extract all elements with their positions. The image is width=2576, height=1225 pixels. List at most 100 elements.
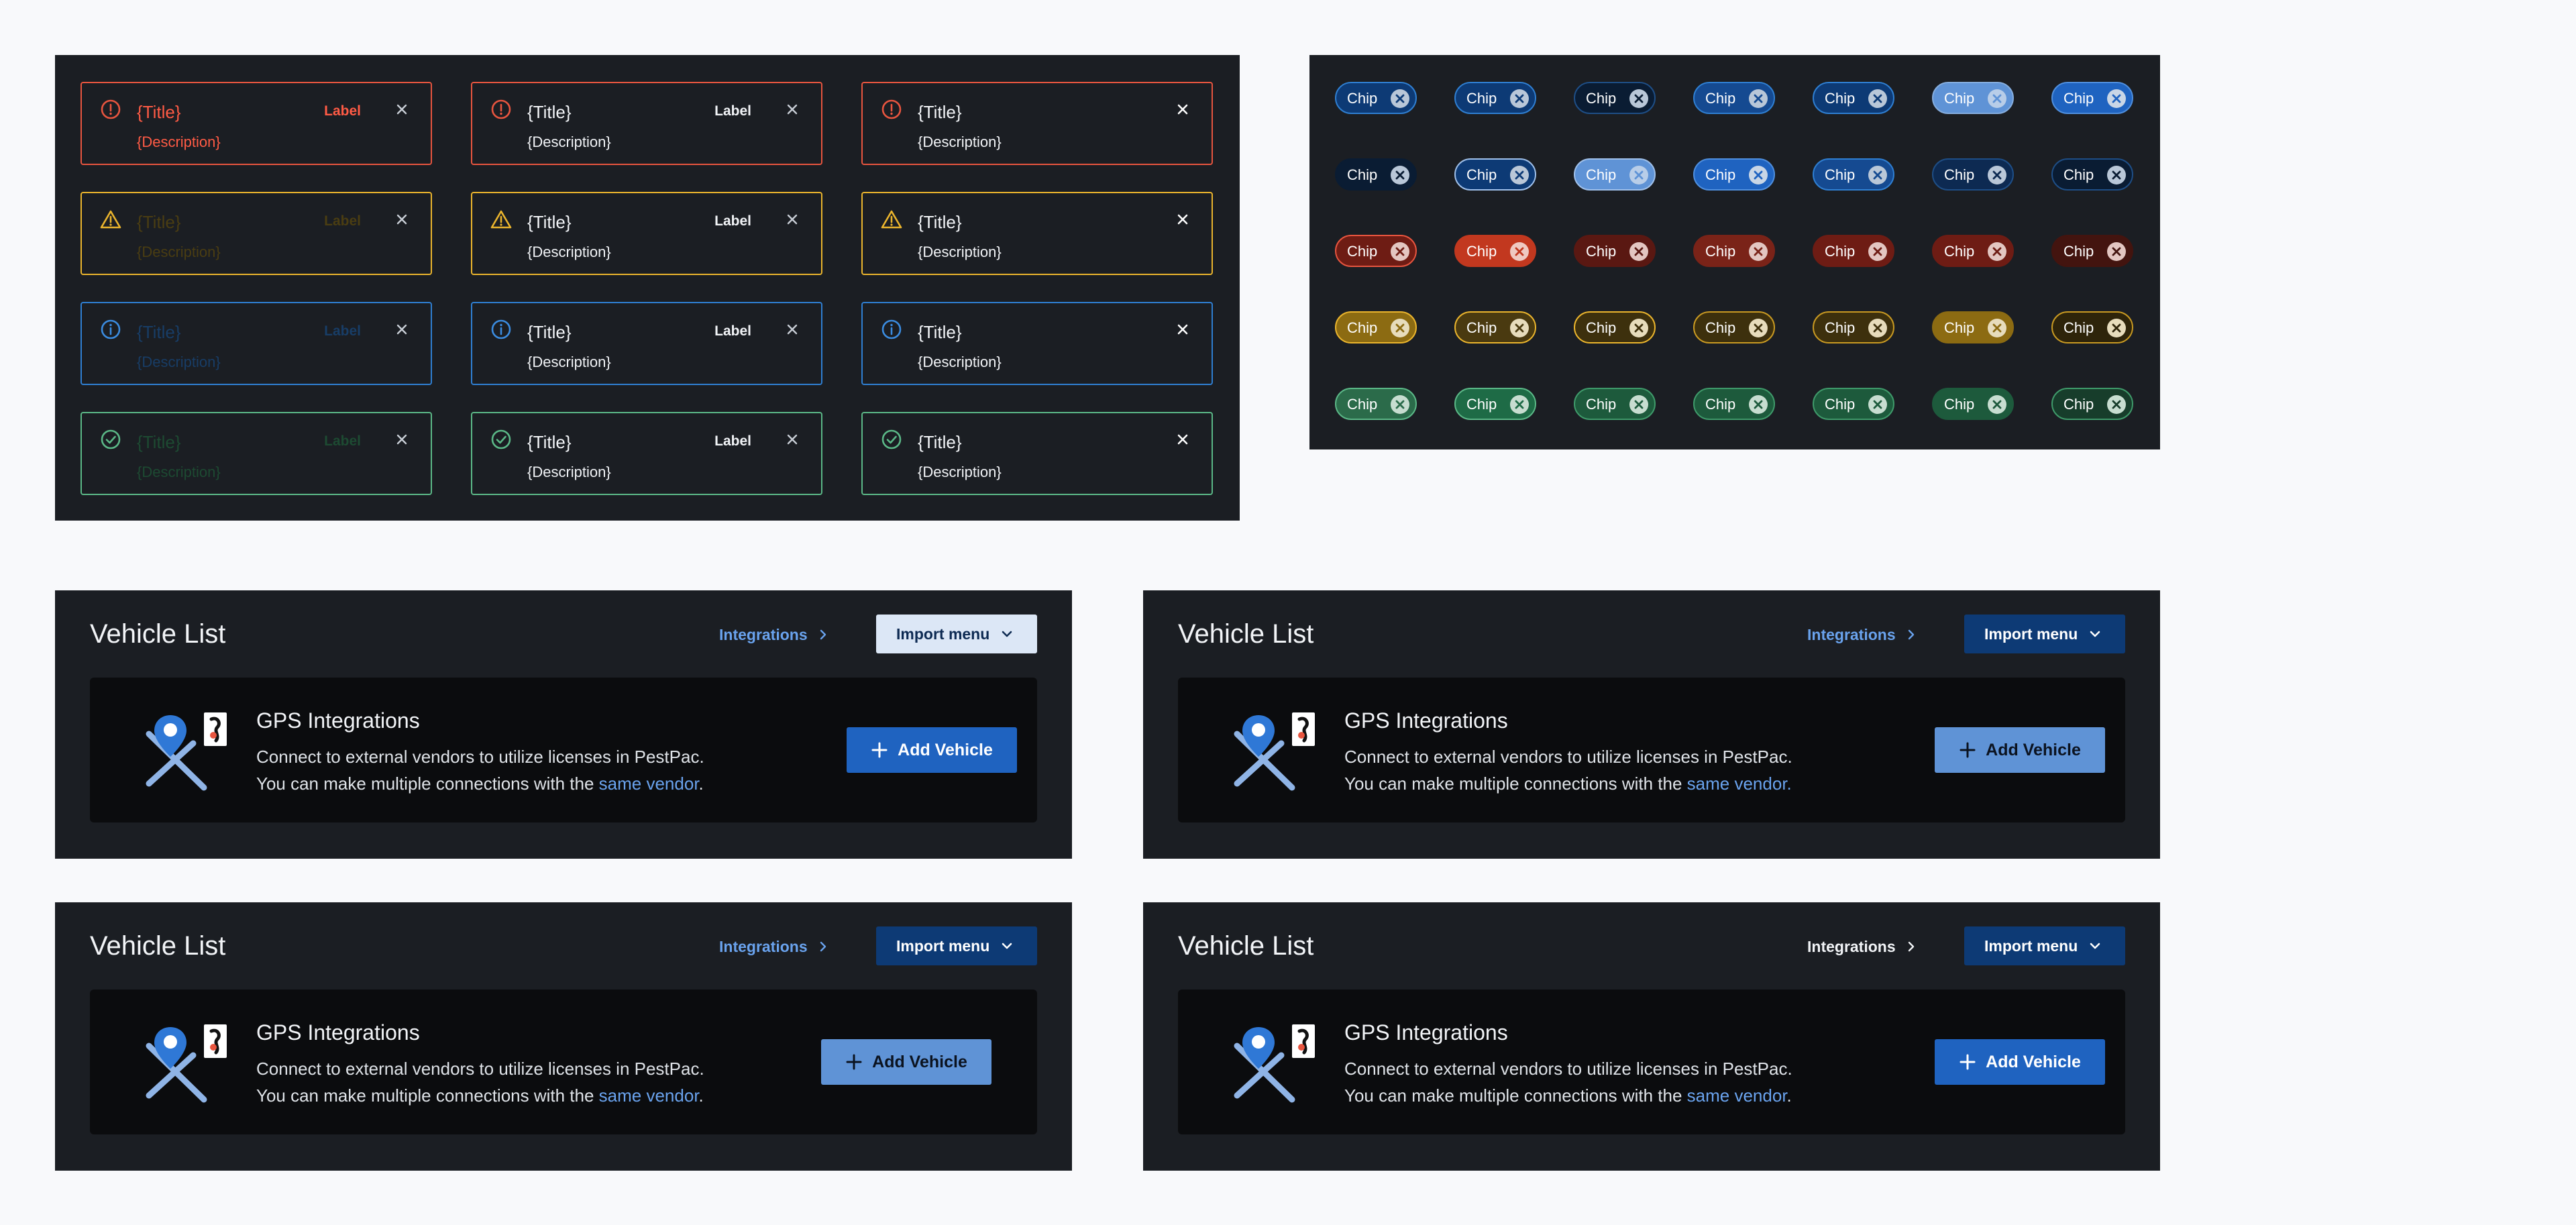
close-circle-icon[interactable] bbox=[1390, 89, 1410, 109]
close-circle-icon[interactable] bbox=[1987, 89, 2007, 109]
breadcrumb[interactable]: Integrations bbox=[1807, 936, 1919, 957]
chip-blue[interactable]: Chip bbox=[1813, 82, 1894, 114]
close-circle-icon[interactable] bbox=[1868, 242, 1888, 262]
add-vehicle-button[interactable]: Add Vehicle bbox=[1935, 727, 2105, 773]
chip-red[interactable]: Chip bbox=[1454, 235, 1536, 267]
import-menu-button[interactable]: Import menu bbox=[876, 926, 1037, 965]
close-circle-icon[interactable] bbox=[1987, 394, 2007, 415]
chip-blue[interactable]: Chip bbox=[1574, 82, 1656, 114]
add-vehicle-button[interactable]: Add Vehicle bbox=[847, 727, 1017, 773]
chip-blue-alt[interactable]: Chip bbox=[1932, 158, 2014, 191]
close-circle-icon[interactable] bbox=[1748, 394, 1768, 415]
same-vendor-link[interactable]: same vendor bbox=[599, 1085, 699, 1106]
close-icon[interactable] bbox=[392, 209, 412, 229]
chip-blue-alt[interactable]: Chip bbox=[1454, 158, 1536, 191]
alert-action-label[interactable]: Label bbox=[324, 322, 361, 341]
close-circle-icon[interactable] bbox=[1509, 89, 1529, 109]
close-circle-icon[interactable] bbox=[2106, 242, 2127, 262]
chip-blue[interactable]: Chip bbox=[1454, 82, 1536, 114]
alert-action-label[interactable]: Label bbox=[714, 322, 751, 341]
chip-red[interactable]: Chip bbox=[1932, 235, 2014, 267]
close-icon[interactable] bbox=[1173, 99, 1193, 119]
close-circle-icon[interactable] bbox=[1509, 242, 1529, 262]
close-circle-icon[interactable] bbox=[1390, 318, 1410, 338]
chip-red[interactable]: Chip bbox=[1813, 235, 1894, 267]
chip-yellow[interactable]: Chip bbox=[1454, 311, 1536, 343]
close-circle-icon[interactable] bbox=[1868, 318, 1888, 338]
breadcrumb-link-integrations[interactable]: Integrations bbox=[1807, 937, 1896, 957]
close-circle-icon[interactable] bbox=[2106, 394, 2127, 415]
chip-blue-alt[interactable]: Chip bbox=[1813, 158, 1894, 191]
close-circle-icon[interactable] bbox=[1987, 165, 2007, 185]
close-icon[interactable] bbox=[1173, 429, 1193, 449]
close-icon[interactable] bbox=[392, 319, 412, 339]
close-icon[interactable] bbox=[392, 99, 412, 119]
close-circle-icon[interactable] bbox=[1390, 242, 1410, 262]
close-circle-icon[interactable] bbox=[1748, 165, 1768, 185]
same-vendor-link[interactable]: same vendor bbox=[1687, 1085, 1787, 1106]
close-circle-icon[interactable] bbox=[1629, 318, 1649, 338]
alert-action-label[interactable]: Label bbox=[714, 102, 751, 121]
close-circle-icon[interactable] bbox=[1629, 89, 1649, 109]
chip-blue-alt[interactable]: Chip bbox=[1574, 158, 1656, 191]
import-menu-button[interactable]: Import menu bbox=[876, 615, 1037, 653]
alert-action-label[interactable]: Label bbox=[324, 432, 361, 451]
close-circle-icon[interactable] bbox=[1748, 318, 1768, 338]
alert-action-label[interactable]: Label bbox=[324, 102, 361, 121]
chip-yellow[interactable]: Chip bbox=[1693, 311, 1775, 343]
chip-yellow[interactable]: Chip bbox=[2051, 311, 2133, 343]
close-circle-icon[interactable] bbox=[2106, 318, 2127, 338]
chip-red[interactable]: Chip bbox=[1574, 235, 1656, 267]
chip-blue[interactable]: Chip bbox=[2051, 82, 2133, 114]
chip-green[interactable]: Chip bbox=[1574, 388, 1656, 420]
close-circle-icon[interactable] bbox=[1509, 394, 1529, 415]
chip-green[interactable]: Chip bbox=[2051, 388, 2133, 420]
alert-action-label[interactable]: Label bbox=[714, 212, 751, 231]
close-circle-icon[interactable] bbox=[2106, 165, 2127, 185]
chip-green[interactable]: Chip bbox=[1335, 388, 1417, 420]
alert-action-label[interactable]: Label bbox=[324, 212, 361, 231]
close-circle-icon[interactable] bbox=[1390, 394, 1410, 415]
chip-green[interactable]: Chip bbox=[1813, 388, 1894, 420]
close-circle-icon[interactable] bbox=[1868, 394, 1888, 415]
close-circle-icon[interactable] bbox=[1868, 165, 1888, 185]
close-circle-icon[interactable] bbox=[1629, 394, 1649, 415]
chip-green[interactable]: Chip bbox=[1693, 388, 1775, 420]
close-circle-icon[interactable] bbox=[1987, 242, 2007, 262]
breadcrumb[interactable]: Integrations bbox=[719, 936, 830, 957]
close-circle-icon[interactable] bbox=[1748, 242, 1768, 262]
chip-yellow[interactable]: Chip bbox=[1335, 311, 1417, 343]
close-icon[interactable] bbox=[1173, 209, 1193, 229]
chip-blue-alt[interactable]: Chip bbox=[1335, 158, 1417, 191]
close-circle-icon[interactable] bbox=[1629, 165, 1649, 185]
chip-red[interactable]: Chip bbox=[2051, 235, 2133, 267]
close-icon[interactable] bbox=[1173, 319, 1193, 339]
chip-green[interactable]: Chip bbox=[1932, 388, 2014, 420]
chip-blue[interactable]: Chip bbox=[1693, 82, 1775, 114]
close-icon[interactable] bbox=[392, 429, 412, 449]
close-icon[interactable] bbox=[782, 209, 802, 229]
add-vehicle-button[interactable]: Add Vehicle bbox=[1935, 1039, 2105, 1085]
chip-yellow[interactable]: Chip bbox=[1574, 311, 1656, 343]
same-vendor-link[interactable]: same vendor bbox=[599, 774, 699, 794]
close-circle-icon[interactable] bbox=[1629, 242, 1649, 262]
chip-red[interactable]: Chip bbox=[1693, 235, 1775, 267]
chip-green[interactable]: Chip bbox=[1454, 388, 1536, 420]
chip-blue[interactable]: Chip bbox=[1932, 82, 2014, 114]
close-circle-icon[interactable] bbox=[1868, 89, 1888, 109]
import-menu-button[interactable]: Import menu bbox=[1964, 926, 2125, 965]
same-vendor-link[interactable]: same vendor. bbox=[1687, 774, 1792, 794]
close-icon[interactable] bbox=[782, 99, 802, 119]
chip-yellow[interactable]: Chip bbox=[1813, 311, 1894, 343]
breadcrumb-link-integrations[interactable]: Integrations bbox=[719, 625, 808, 645]
breadcrumb-link-integrations[interactable]: Integrations bbox=[1807, 625, 1896, 645]
breadcrumb[interactable]: Integrations bbox=[1807, 624, 1919, 645]
add-vehicle-button[interactable]: Add Vehicle bbox=[821, 1039, 991, 1085]
chip-blue[interactable]: Chip bbox=[1335, 82, 1417, 114]
breadcrumb[interactable]: Integrations bbox=[719, 624, 830, 645]
chip-blue-alt[interactable]: Chip bbox=[2051, 158, 2133, 191]
close-circle-icon[interactable] bbox=[2106, 89, 2127, 109]
close-icon[interactable] bbox=[782, 429, 802, 449]
breadcrumb-link-integrations[interactable]: Integrations bbox=[719, 937, 808, 957]
close-circle-icon[interactable] bbox=[1509, 165, 1529, 185]
